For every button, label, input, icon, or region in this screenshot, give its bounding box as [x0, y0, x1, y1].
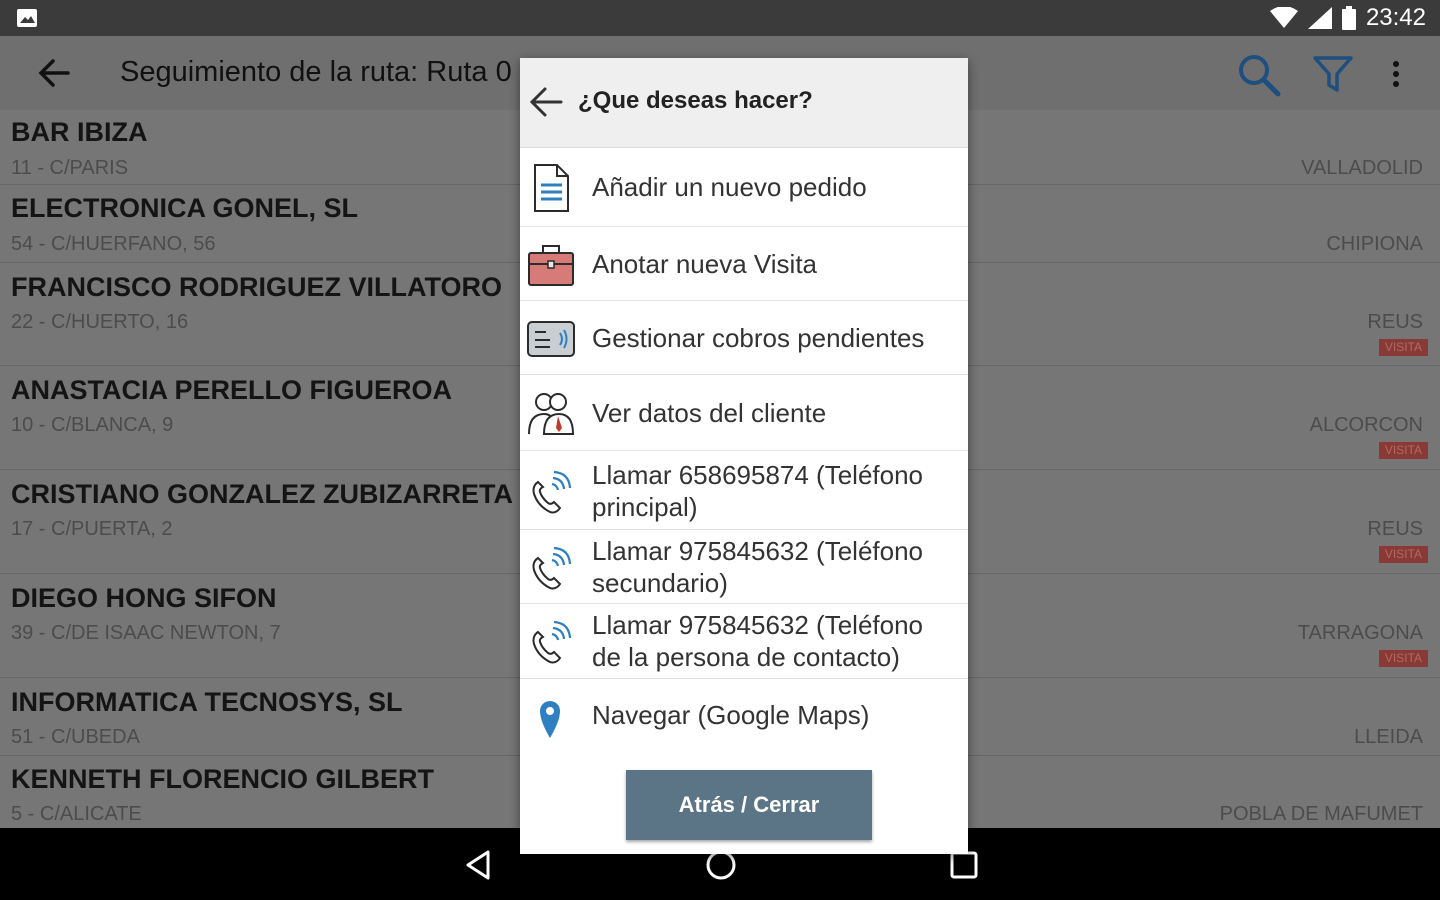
customer-name: BAR IBIZA [11, 117, 148, 147]
customer-city: REUS [1367, 311, 1423, 333]
customer-name: KENNETH FLORENCIO GILBERT [11, 764, 434, 794]
customer-address: 11 - C/PARIS [11, 157, 129, 179]
customer-name: DIEGO HONG SIFON [11, 583, 277, 613]
back-arrow-icon[interactable] [36, 56, 72, 90]
dialog-title: ¿Que deseas hacer? [578, 87, 813, 114]
dialog-back-arrow-icon[interactable] [528, 84, 564, 120]
map-pin-icon [540, 701, 560, 738]
option-label: Llamar 658695874 (Teléfono principal) [592, 460, 924, 522]
image-notification-icon [17, 9, 37, 27]
visit-badge: VISITA [1378, 546, 1428, 563]
signal-icon [1307, 7, 1332, 29]
customer-name: FRANCISCO RODRIGUEZ VILLATORO [11, 272, 502, 302]
document-icon [534, 164, 569, 212]
customer-name: ELECTRONICA GONEL, SL [11, 193, 359, 223]
customer-address: 17 - C/PUERTA, 2 [11, 518, 173, 540]
customer-city: TARRAGONA [1297, 622, 1423, 644]
phone-call-icon [532, 470, 572, 514]
customer-name: INFORMATICA TECNOSYS, SL [11, 687, 403, 717]
customer-city: LLEIDA [1354, 726, 1423, 748]
customer-name: ANASTACIA PERELLO FIGUEROA [11, 375, 453, 405]
customer-address: 5 - C/ALICATE [11, 803, 142, 825]
customer-city: CHIPIONA [1326, 233, 1423, 255]
filter-icon[interactable] [1312, 54, 1354, 94]
more-options-icon[interactable] [1384, 56, 1408, 92]
option-label: Gestionar cobros pendientes [592, 323, 925, 353]
visit-badge: VISITA [1378, 650, 1428, 667]
wifi-icon [1269, 7, 1298, 28]
option-call-main[interactable]: Llamar 658695874 (Teléfono principal) [520, 452, 968, 530]
option-label: Llamar 975845632 (Teléfono de la persona… [592, 610, 924, 672]
briefcase-icon [528, 245, 574, 286]
option-navigate-maps[interactable]: Navegar (Google Maps) [520, 680, 968, 754]
option-label: Anotar nueva Visita [592, 249, 817, 279]
payment-card-icon [527, 321, 575, 357]
customer-name: CRISTIANO GONZALEZ ZUBIZARRETA [11, 479, 513, 509]
action-dialog: ¿Que deseas hacer? Añadir un nuevo pedid… [520, 58, 968, 854]
phone-call-icon [532, 546, 572, 590]
customer-address: 22 - C/HUERTO, 16 [11, 311, 189, 333]
battery-icon [1341, 6, 1356, 30]
visit-badge: VISITA [1378, 339, 1428, 356]
page-title: Seguimiento de la ruta: Ruta 0 [120, 56, 512, 88]
status-bar: 23:42 [0, 0, 1440, 36]
customer-address: 39 - C/DE ISAAC NEWTON, 7 [11, 622, 281, 644]
phone-call-icon [532, 620, 572, 664]
option-client-data[interactable]: Ver datos del cliente [520, 376, 968, 451]
option-label: Ver datos del cliente [592, 398, 827, 428]
people-icon [528, 393, 575, 435]
customer-address: 51 - C/UBEDA [11, 726, 140, 748]
option-call-contact[interactable]: Llamar 975845632 (Teléfono de la persona… [520, 605, 968, 679]
customer-city: VALLADOLID [1301, 157, 1423, 179]
status-time: 23:42 [1365, 4, 1426, 31]
option-label: Añadir un nuevo pedido [592, 172, 867, 202]
nav-back-icon[interactable] [462, 848, 496, 882]
option-label: Llamar 975845632 (Teléfono secundario) [592, 536, 924, 598]
option-new-visit[interactable]: Anotar nueva Visita [520, 228, 968, 301]
dialog-header: ¿Que deseas hacer? [520, 58, 968, 148]
customer-address: 54 - C/HUERFANO, 56 [11, 233, 216, 255]
search-icon[interactable] [1236, 52, 1282, 98]
option-pending-payments[interactable]: Gestionar cobros pendientes [520, 302, 968, 375]
back-close-button[interactable]: Atrás / Cerrar [626, 770, 872, 840]
customer-city: ALCORCON [1309, 414, 1423, 436]
option-label: Navegar (Google Maps) [592, 700, 870, 730]
customer-city: POBLA DE MAFUMET [1219, 803, 1423, 825]
option-add-order[interactable]: Añadir un nuevo pedido [520, 149, 968, 227]
customer-city: REUS [1367, 518, 1423, 540]
customer-address: 10 - C/BLANCA, 9 [11, 414, 174, 436]
option-call-secondary[interactable]: Llamar 975845632 (Teléfono secundario) [520, 531, 968, 604]
visit-badge: VISITA [1378, 442, 1428, 459]
